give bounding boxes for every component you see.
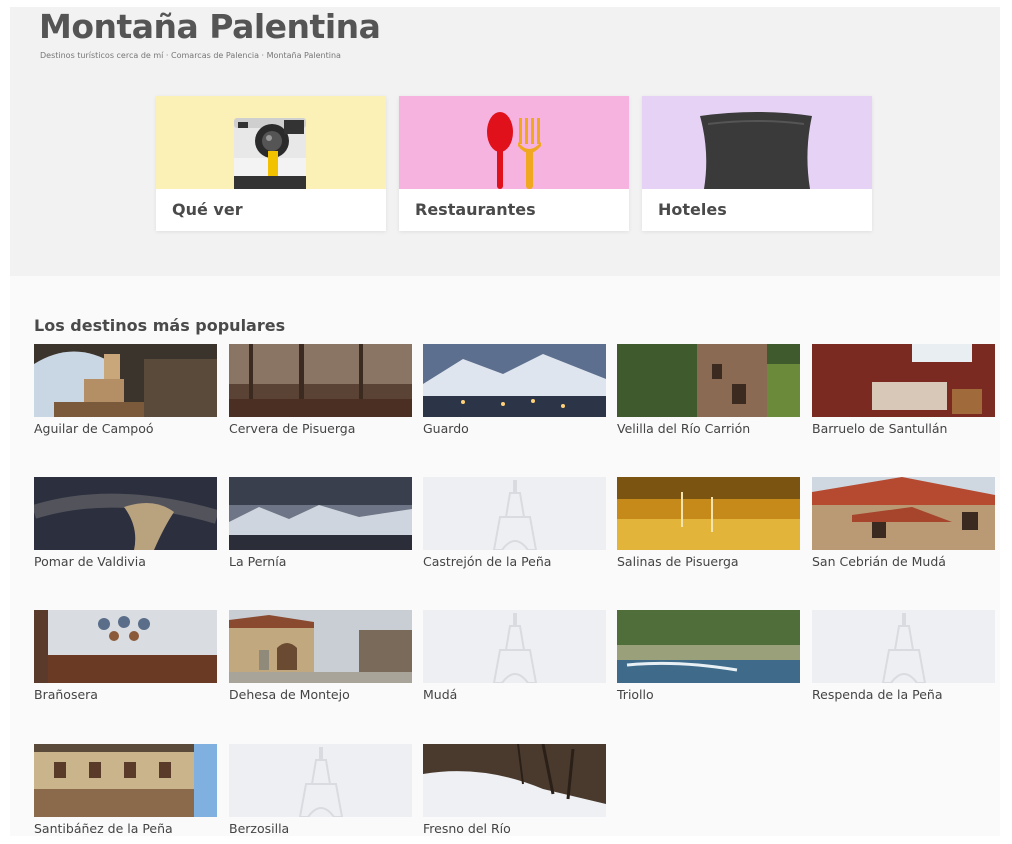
destination-photo [617, 610, 800, 683]
destination-placeholder [812, 610, 995, 683]
breadcrumb: Destinos turísticos cerca de mí · Comarc… [40, 51, 341, 60]
category-card-que-ver[interactable]: Qué ver [156, 96, 386, 231]
destination-card[interactable]: La Pernía [229, 477, 412, 577]
pillow-icon [700, 112, 812, 189]
destination-photo [34, 344, 217, 417]
destination-name: Berzosilla [229, 821, 290, 836]
destination-card[interactable]: Velilla del Río Carrión [617, 344, 800, 444]
destination-card[interactable]: Fresno del Río [423, 744, 606, 844]
destination-name: Pomar de Valdivia [34, 554, 146, 569]
destination-card[interactable]: Salinas de Pisuerga [617, 477, 800, 577]
section-title-popular: Los destinos más populares [34, 316, 286, 335]
destination-photo [812, 344, 995, 417]
category-card-hoteles[interactable]: Hoteles [642, 96, 872, 231]
destination-name: Aguilar de Campoó [34, 421, 154, 436]
destination-photo [34, 477, 217, 550]
destination-name: Barruelo de Santullán [812, 421, 948, 436]
destination-card[interactable]: Berzosilla [229, 744, 412, 844]
destination-name: Castrejón de la Peña [423, 554, 552, 569]
destination-placeholder [229, 744, 412, 817]
destination-photo [229, 610, 412, 683]
eiffel-tower-icon [423, 610, 606, 683]
hero-section: Montaña Palentina Destinos turísticos ce… [10, 7, 1000, 276]
destination-card[interactable]: Pomar de Valdivia [34, 477, 217, 577]
destination-name: Santibáñez de la Peña [34, 821, 173, 836]
category-card-restaurantes[interactable]: Restaurantes [399, 96, 629, 231]
destination-photo [34, 744, 217, 817]
eiffel-tower-icon [423, 477, 606, 550]
destination-card[interactable]: Cervera de Pisuerga [229, 344, 412, 444]
page-title: Montaña Palentina [39, 7, 381, 46]
eiffel-tower-icon [229, 744, 412, 817]
category-image [399, 96, 629, 189]
destination-photo [229, 344, 412, 417]
breadcrumb-separator: · [258, 51, 267, 60]
destination-card[interactable]: Castrejón de la Peña [423, 477, 606, 577]
destination-placeholder [423, 477, 606, 550]
camera-icon [234, 118, 306, 189]
destination-name: Guardo [423, 421, 469, 436]
breadcrumb-item-nearby[interactable]: Destinos turísticos cerca de mí [40, 51, 163, 60]
destination-card[interactable]: Brañosera [34, 610, 217, 710]
destination-name: San Cebrián de Mudá [812, 554, 946, 569]
destination-name: Salinas de Pisuerga [617, 554, 739, 569]
destination-name: Cervera de Pisuerga [229, 421, 356, 436]
destination-card[interactable]: Respenda de la Peña [812, 610, 995, 710]
destination-name: La Pernía [229, 554, 287, 569]
destination-card[interactable]: Mudá [423, 610, 606, 710]
breadcrumb-item-current: Montaña Palentina [266, 51, 341, 60]
destination-card[interactable]: Santibáñez de la Peña [34, 744, 217, 844]
destination-photo [617, 477, 800, 550]
destination-photo [34, 610, 217, 683]
destination-card[interactable]: Aguilar de Campoó [34, 344, 217, 444]
category-label: Hoteles [658, 200, 727, 219]
category-label: Restaurantes [415, 200, 536, 219]
destination-card[interactable]: Triollo [617, 610, 800, 710]
destination-card[interactable]: Guardo [423, 344, 606, 444]
destination-name: Mudá [423, 687, 458, 702]
breadcrumb-item-comarcas[interactable]: Comarcas de Palencia [171, 51, 259, 60]
destination-name: Respenda de la Peña [812, 687, 943, 702]
destination-name: Brañosera [34, 687, 98, 702]
destination-name: Velilla del Río Carrión [617, 421, 751, 436]
destination-photo [617, 344, 800, 417]
destination-photo [229, 477, 412, 550]
spoon-fork-icon [487, 112, 541, 189]
destination-photo [423, 344, 606, 417]
category-label: Qué ver [172, 200, 243, 219]
destination-card[interactable]: San Cebrián de Mudá [812, 477, 995, 577]
destination-card[interactable]: Barruelo de Santullán [812, 344, 995, 444]
destination-name: Fresno del Río [423, 821, 511, 836]
destination-photo [812, 477, 995, 550]
destination-name: Triollo [617, 687, 654, 702]
category-image [642, 96, 872, 189]
category-image [156, 96, 386, 189]
destination-name: Dehesa de Montejo [229, 687, 350, 702]
destination-card[interactable]: Dehesa de Montejo [229, 610, 412, 710]
breadcrumb-separator: · [163, 51, 172, 60]
destination-photo [423, 744, 606, 817]
eiffel-tower-icon [812, 610, 995, 683]
destination-placeholder [423, 610, 606, 683]
